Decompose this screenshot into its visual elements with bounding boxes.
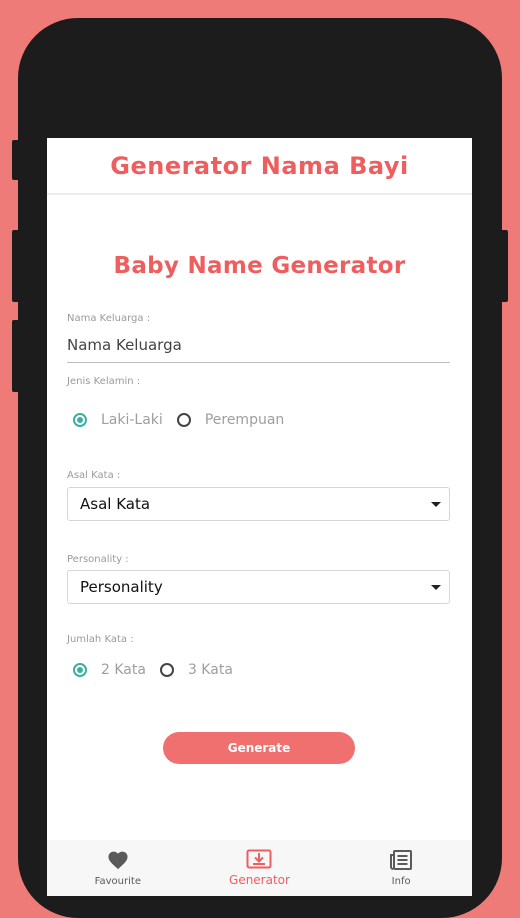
dropdown-arrow-icon (431, 584, 441, 590)
app-bar-title: Generator Nama Bayi (110, 151, 409, 180)
gender-option-label: Laki-Laki (101, 412, 163, 428)
page-heading: Baby Name Generator (113, 253, 406, 279)
family-name-input[interactable] (67, 324, 450, 363)
radio-button[interactable] (159, 663, 174, 677)
download-box-icon (246, 849, 272, 869)
gender-radio-group: Laki-Laki Perempuan (67, 412, 450, 428)
radio-button-selected[interactable] (73, 663, 87, 677)
origin-select[interactable]: Asal Kata (67, 487, 450, 521)
personality-select[interactable]: Personality (67, 570, 450, 604)
nav-item-generator[interactable]: Generator (204, 849, 314, 887)
gender-option-label: Perempuan (204, 412, 285, 428)
radio-button-selected[interactable] (73, 413, 87, 427)
phone-side-button (12, 230, 20, 302)
word-count-option-label: 3 Kata (187, 662, 233, 678)
gender-option-male[interactable]: Laki-Laki (73, 412, 163, 428)
dropdown-arrow-icon (431, 501, 441, 507)
nav-label-generator: Generator (229, 873, 290, 887)
phone-side-button (12, 320, 20, 392)
personality-label: Personality : (67, 554, 129, 565)
phone-side-button (12, 140, 20, 180)
generator-form: Nama Keluarga : Jenis Kelamin : Laki-Lak… (67, 313, 450, 678)
origin-label: Asal Kata : (67, 470, 121, 481)
phone-side-button (500, 230, 508, 302)
gender-option-female[interactable]: Perempuan (176, 412, 285, 428)
app-bar: Generator Nama Bayi (47, 138, 472, 195)
nav-item-favourite[interactable]: Favourite (63, 850, 173, 887)
radio-button[interactable] (176, 413, 191, 427)
heart-icon (108, 851, 128, 869)
gender-label: Jenis Kelamin : (67, 376, 141, 387)
bottom-navigation: Favourite Generator Info (47, 840, 472, 896)
word-count-radio-group: 2 Kata 3 Kata (67, 662, 450, 678)
generate-button[interactable]: Generate (163, 732, 355, 764)
word-count-option-label: 2 Kata (101, 662, 146, 678)
family-name-label: Nama Keluarga : (67, 313, 151, 324)
news-icon (390, 849, 413, 870)
word-count-option-2[interactable]: 2 Kata (73, 662, 146, 678)
word-count-option-3[interactable]: 3 Kata (159, 662, 233, 678)
nav-item-info[interactable]: Info (346, 849, 456, 887)
word-count-label: Jumlah Kata : (67, 634, 134, 645)
nav-label-info: Info (391, 875, 411, 887)
personality-select-value: Personality (80, 578, 163, 596)
origin-select-value: Asal Kata (80, 495, 151, 513)
nav-label-favourite: Favourite (94, 875, 141, 887)
app-screen: Generator Nama Bayi Baby Name Generator … (47, 138, 472, 896)
